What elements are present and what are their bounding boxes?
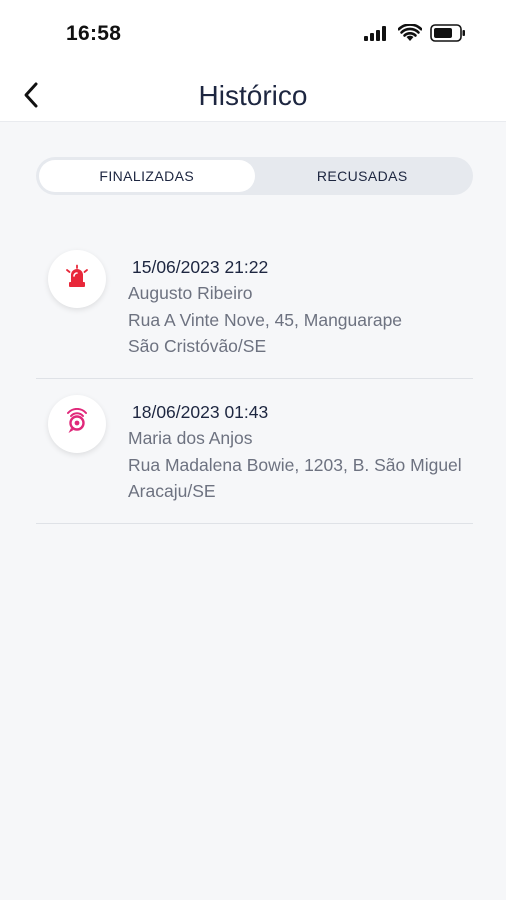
status-tab-switcher: FINALIZADAS RECUSADAS (36, 157, 473, 195)
item-text: 15/06/2023 21:22 Augusto Ribeiro Rua A V… (128, 256, 488, 360)
alarm-siren-icon (64, 264, 90, 295)
page-title: Histórico (198, 80, 308, 111)
status-icons (364, 23, 466, 47)
status-bar: 16:58 (0, 0, 506, 68)
wifi-icon (397, 23, 423, 47)
item-datetime: 15/06/2023 21:22 (132, 257, 269, 277)
tab-recusadas[interactable]: RECUSADAS (255, 160, 471, 192)
item-name: Augusto Ribeiro (128, 283, 253, 303)
app-header: Histórico (0, 68, 506, 122)
history-list: 15/06/2023 21:22 Augusto Ribeiro Rua A V… (36, 234, 473, 524)
battery-icon (430, 24, 466, 47)
item-icon-circle (48, 395, 106, 453)
item-city: Aracaju/SE (128, 481, 216, 501)
item-icon-circle (48, 250, 106, 308)
tab-finalizadas[interactable]: FINALIZADAS (39, 160, 255, 192)
item-city: São Cristóvão/SE (128, 336, 267, 356)
item-text: 18/06/2023 01:43 Maria dos Anjos Rua Mad… (128, 401, 488, 505)
item-datetime: 18/06/2023 01:43 (132, 402, 269, 422)
location-target-icon (64, 407, 90, 441)
list-item[interactable]: 15/06/2023 21:22 Augusto Ribeiro Rua A V… (36, 234, 473, 379)
status-time: 16:58 (66, 22, 122, 45)
item-name: Maria dos Anjos (128, 428, 253, 448)
item-address: Rua A Vinte Nove, 45, Manguarape (128, 309, 403, 330)
item-address: Rua Madalena Bowie, 1203, B. São Miguel (128, 454, 462, 475)
cellular-signal-icon (364, 25, 390, 46)
list-item[interactable]: 18/06/2023 01:43 Maria dos Anjos Rua Mad… (36, 379, 473, 524)
